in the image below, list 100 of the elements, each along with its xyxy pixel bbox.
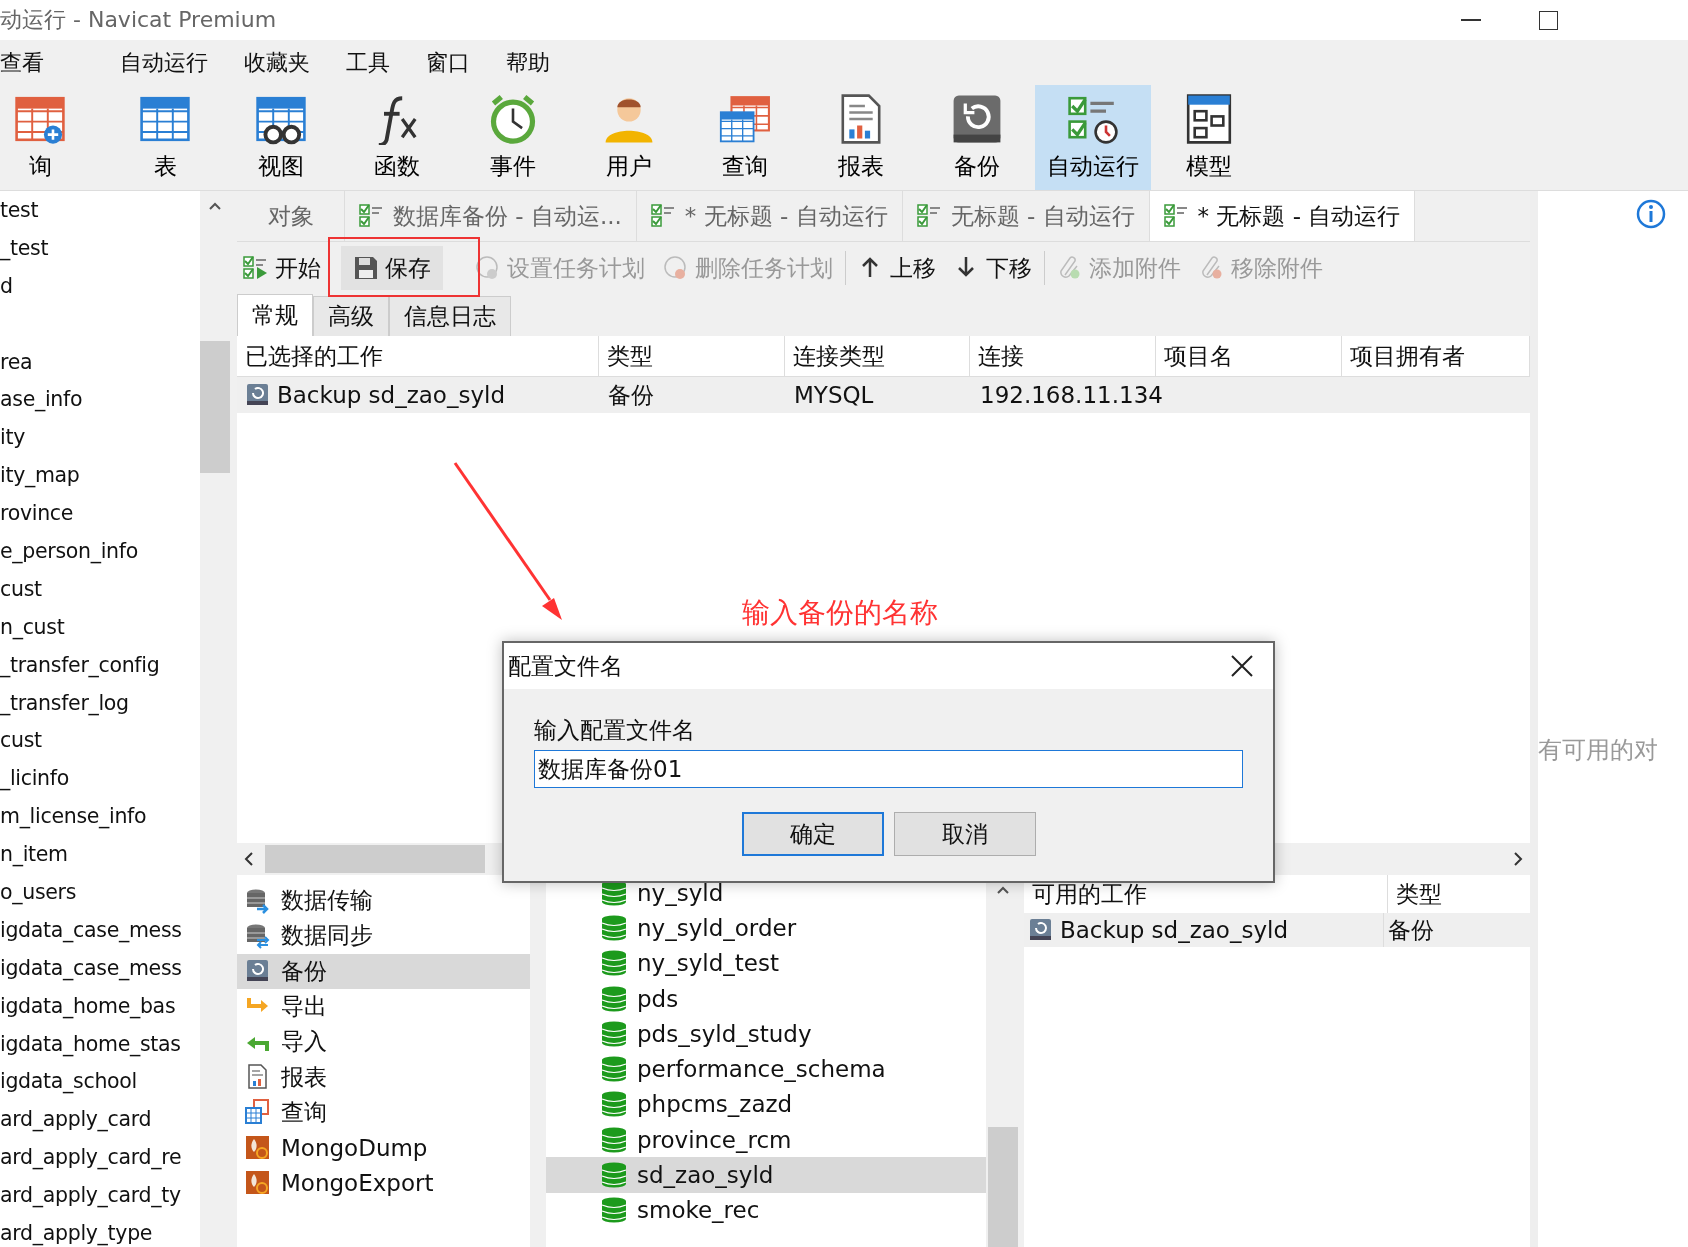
list-item[interactable]: 数据传输 — [237, 883, 530, 919]
menu-item[interactable]: 窗口 — [408, 47, 488, 78]
navigator-item[interactable]: n_cust — [0, 607, 200, 646]
start-icon — [243, 255, 269, 281]
list-item[interactable]: pds — [546, 980, 986, 1017]
navigator-item[interactable]: n_item — [0, 835, 200, 874]
tab[interactable]: 高级 — [313, 296, 389, 336]
scroll-up-icon[interactable] — [996, 885, 1010, 895]
list-item[interactable]: 报表 — [237, 1059, 530, 1095]
toolbar-button[interactable]: 表 — [107, 85, 223, 190]
navigator-item[interactable]: d — [0, 266, 200, 305]
leaf-icon — [245, 1134, 271, 1161]
toolbar-button[interactable]: 开始 — [237, 246, 327, 290]
list-item[interactable]: 导出 — [237, 988, 530, 1025]
navigator-item[interactable]: cust — [0, 721, 200, 760]
tab[interactable]: 常规 — [237, 294, 313, 336]
list-item[interactable]: 导入 — [237, 1024, 530, 1060]
navigator-item[interactable]: cust — [0, 569, 200, 608]
navigator-item[interactable]: rea — [0, 342, 200, 381]
toolbar-button[interactable]: 下移 — [948, 246, 1038, 290]
navigator-item[interactable]: igdata_school — [0, 1062, 200, 1101]
navigator-item[interactable]: _test — [0, 228, 200, 267]
toolbar-button[interactable]: 上移 — [852, 246, 942, 290]
navigator-item[interactable]: _transfer_config — [0, 645, 200, 684]
save-icon — [353, 255, 379, 281]
checklist-icon — [359, 203, 385, 229]
navigator-item[interactable]: test — [0, 191, 200, 229]
toolbar-button[interactable]: 报表 — [803, 85, 919, 190]
list-item[interactable]: phpcms_zazd — [546, 1086, 986, 1123]
info-icon[interactable] — [1636, 199, 1666, 229]
list-item[interactable]: MongoDump — [237, 1130, 530, 1166]
table-cell-text: 备份 — [1387, 915, 1435, 945]
menu-item[interactable]: 工具 — [328, 47, 408, 78]
toolbar-button[interactable]: 事件 — [455, 85, 571, 190]
close-icon[interactable] — [1229, 653, 1255, 679]
list-item[interactable]: performance_schema — [546, 1051, 986, 1087]
dialog-button[interactable]: 取消 — [894, 812, 1036, 856]
navigator-item[interactable]: ity_map — [0, 456, 200, 495]
navigator-item[interactable]: rovince — [0, 494, 200, 532]
database-icon — [601, 914, 627, 941]
menu-item[interactable]: 自动运行 — [102, 47, 226, 78]
navigator-item[interactable]: igdata_home_stas — [0, 1024, 200, 1063]
column-header[interactable]: 连接 — [970, 336, 1157, 376]
scroll-up-icon[interactable] — [208, 201, 222, 211]
toolbar-button[interactable]: 备份 — [919, 85, 1035, 190]
input-field[interactable]: 数据库备份01 — [534, 750, 1243, 788]
list-item[interactable]: pds_syld_study — [546, 1016, 986, 1052]
list-item[interactable]: 查询 — [237, 1094, 530, 1131]
tab[interactable]: 信息日志 — [389, 296, 511, 336]
scroll-left-icon[interactable] — [243, 851, 255, 867]
dialog-button[interactable]: 确定 — [742, 812, 884, 856]
list-item[interactable]: MongoExport — [237, 1165, 530, 1201]
navigator-item[interactable]: igdata_case_mess — [0, 910, 200, 949]
navigator-item[interactable]: ard_apply_card — [0, 1100, 200, 1139]
navigator-item[interactable]: ity — [0, 418, 200, 457]
navigator-item[interactable]: e_person_info — [0, 532, 200, 570]
list-item[interactable]: ny_syld_order — [546, 910, 986, 946]
navigator-item[interactable]: igdata_home_bas — [0, 986, 200, 1025]
navigator-item[interactable]: ase_info — [0, 380, 200, 419]
maximize-button[interactable] — [1539, 10, 1558, 30]
navigator-item[interactable]: ard_apply_card_re — [0, 1138, 200, 1177]
toolbar-button[interactable]: 保存 — [341, 246, 443, 290]
list-item[interactable]: province_rcm — [546, 1122, 986, 1158]
navigator-item[interactable]: _licinfo — [0, 759, 200, 798]
navigator-item[interactable]: m_license_info — [0, 797, 200, 836]
list-item[interactable]: smoke_rec — [546, 1192, 986, 1228]
menu-item[interactable]: 查看 — [0, 47, 62, 78]
navigator-item[interactable]: igdata_case_mess — [0, 948, 200, 987]
list-item[interactable]: ny_syld_test — [546, 945, 986, 981]
backup-icon — [1028, 917, 1054, 943]
navigator-item[interactable]: ard_apply_type — [0, 1214, 200, 1247]
toolbar-button[interactable]: 函数 — [339, 85, 455, 190]
navigator-item[interactable]: o_users — [0, 873, 200, 911]
column-header[interactable]: 项目名 — [1156, 336, 1343, 376]
toolbar-button[interactable]: 用户 — [571, 85, 687, 190]
menu-item[interactable]: 收藏夹 — [226, 47, 328, 78]
scroll-right-icon[interactable] — [1512, 851, 1524, 867]
list-item[interactable]: 数据同步 — [237, 918, 530, 954]
list-item[interactable]: 备份 — [237, 953, 530, 989]
toolbar-button[interactable]: 询 — [0, 85, 78, 190]
column-header[interactable]: 类型 — [1388, 875, 1476, 913]
database-transfer-icon — [245, 887, 271, 914]
column-header[interactable]: 已选择的工作 — [237, 336, 599, 376]
annotation-text: 输入备份的名称 — [742, 595, 938, 631]
scrollbar-thumb[interactable] — [265, 845, 485, 873]
menu-item[interactable]: 帮助 — [488, 47, 568, 78]
toolbar-button[interactable]: 查询 — [687, 85, 803, 190]
tab[interactable]: * 无标题 - 自动运行 — [1149, 191, 1416, 241]
column-header[interactable]: 连接类型 — [784, 336, 971, 376]
toolbar-button[interactable]: 自动运行 — [1035, 85, 1151, 190]
backup-icon — [245, 382, 271, 408]
column-header[interactable]: 类型 — [598, 336, 785, 376]
list-item[interactable]: sd_zao_syld — [546, 1157, 986, 1193]
navigator-item[interactable]: ard_apply_card_ty — [0, 1176, 200, 1215]
navigator-item[interactable]: _transfer_log — [0, 683, 200, 722]
scrollbar-thumb[interactable] — [200, 341, 230, 473]
toolbar-button[interactable]: 模型 — [1151, 85, 1267, 190]
toolbar-button[interactable]: 视图 — [223, 85, 339, 190]
scrollbar-thumb[interactable] — [988, 1127, 1018, 1247]
checklist-icon — [916, 203, 943, 229]
